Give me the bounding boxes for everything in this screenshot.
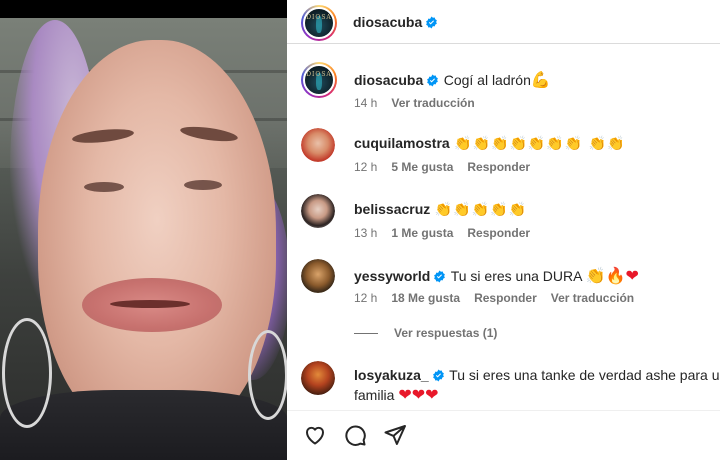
view-replies-button[interactable]: Ver respuestas (1) xyxy=(354,326,497,340)
comment-likes[interactable]: 5 Me gusta xyxy=(391,160,453,174)
comment-likes[interactable]: 1 Me gusta xyxy=(391,226,453,240)
caption-emoji: 💪 xyxy=(530,70,551,89)
replies-divider xyxy=(354,333,378,335)
media-person xyxy=(38,40,276,440)
comment-body-line2: familia ❤❤❤ xyxy=(354,385,720,405)
caption-time[interactable]: 14 h xyxy=(354,96,377,110)
earring xyxy=(248,330,287,420)
comment-emojis: ❤❤❤ xyxy=(398,385,439,404)
commenter-avatar[interactable] xyxy=(301,194,335,228)
caption-username[interactable]: diosacuba xyxy=(354,72,423,88)
post-header: DIOSA diosacuba xyxy=(287,0,720,44)
comment-meta: 13 h 1 Me gusta Responder xyxy=(354,226,544,240)
comment-username[interactable]: cuquilamostra xyxy=(354,135,450,151)
comment-text: Tu si eres una tanke de verdad ashe para… xyxy=(449,367,720,383)
see-translation-link[interactable]: Ver traducción xyxy=(551,291,634,305)
header-author: diosacuba xyxy=(353,14,438,32)
comment-emojis: 👏🔥❤ xyxy=(585,266,639,285)
commenter-avatar[interactable] xyxy=(301,259,335,293)
comment-icon[interactable] xyxy=(343,423,367,447)
comment-text: 👏👏👏👏👏👏👏 👏👏 xyxy=(454,136,626,152)
media-person xyxy=(84,182,124,192)
action-bar xyxy=(287,410,720,460)
comment-text: Tu si eres una DURA xyxy=(450,268,586,284)
author-avatar[interactable]: DIOSA xyxy=(301,62,337,98)
comments-panel: DIOSA diosacuba DIOSA diosacuba Cogí al … xyxy=(287,0,720,460)
heart-icon[interactable] xyxy=(303,423,327,447)
comment-time[interactable]: 12 h xyxy=(354,160,377,174)
caption-meta: 14 h Ver traducción xyxy=(354,96,489,110)
commenter-avatar[interactable] xyxy=(301,128,335,162)
comment-time[interactable]: 13 h xyxy=(354,226,377,240)
comment-body: losyakuza_ Tu si eres una tanke de verda… xyxy=(354,367,720,385)
comment-username[interactable]: belissacruz xyxy=(354,201,430,217)
media-person xyxy=(184,180,222,190)
avatar-text: DIOSA xyxy=(306,14,332,22)
reply-button[interactable]: Responder xyxy=(467,226,530,240)
comment-time[interactable]: 12 h xyxy=(354,291,377,305)
author-avatar[interactable]: DIOSA xyxy=(301,5,337,41)
avatar-text: DIOSA xyxy=(306,71,332,79)
reply-button[interactable]: Responder xyxy=(467,160,530,174)
earring xyxy=(2,318,52,428)
commenter-avatar[interactable] xyxy=(301,361,335,395)
comment-meta: 12 h 5 Me gusta Responder xyxy=(354,160,544,174)
verified-icon xyxy=(427,74,439,87)
media-person xyxy=(110,300,190,308)
verified-icon xyxy=(434,270,446,283)
comment-meta: 12 h 18 Me gusta Responder Ver traducción xyxy=(354,291,648,305)
share-icon[interactable] xyxy=(383,423,407,447)
author-username[interactable]: diosacuba xyxy=(353,14,422,30)
comment-text-continued: familia xyxy=(354,387,399,403)
verified-icon xyxy=(426,16,438,29)
verified-icon xyxy=(432,369,444,382)
reply-button[interactable]: Responder xyxy=(474,291,537,305)
comment-username[interactable]: yessyworld xyxy=(354,268,430,284)
comment-text: 👏👏👏👏👏 xyxy=(434,202,527,218)
comment-username[interactable]: losyakuza_ xyxy=(354,367,429,383)
comment-body: yessyworld Tu si eres una DURA 👏🔥❤ xyxy=(354,266,720,286)
comment-body: cuquilamostra 👏👏👏👏👏👏👏 👏👏 xyxy=(354,135,720,153)
caption-body: diosacuba Cogí al ladrón💪 xyxy=(354,70,720,90)
comment-likes[interactable]: 18 Me gusta xyxy=(391,291,460,305)
caption-text: Cogí al ladrón xyxy=(443,72,531,88)
post-media[interactable] xyxy=(0,0,287,460)
media-top-bar xyxy=(0,0,287,18)
view-replies-label: Ver respuestas (1) xyxy=(394,326,498,340)
comment-body: belissacruz 👏👏👏👏👏 xyxy=(354,201,720,219)
see-translation-link[interactable]: Ver traducción xyxy=(391,96,474,110)
